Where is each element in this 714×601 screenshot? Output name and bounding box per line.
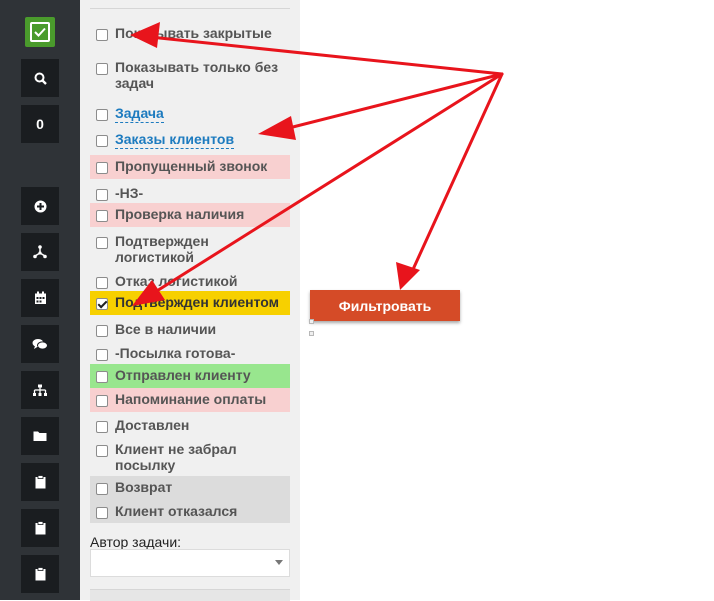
clipboard-button-2[interactable] — [21, 509, 59, 547]
status-label: Клиент не забрал посылку — [115, 441, 237, 473]
status-option[interactable]: Подтвержден клиентом — [90, 291, 290, 315]
sitemap-icon — [33, 384, 47, 396]
clipboard-icon — [35, 475, 45, 489]
structure-button[interactable] — [21, 371, 59, 409]
plus-circle-icon — [34, 200, 46, 212]
checkbox[interactable] — [96, 325, 108, 337]
checkbox-icon[interactable] — [25, 17, 55, 47]
calendar-icon — [34, 291, 46, 304]
status-label: Доставлен — [115, 417, 190, 433]
checkbox[interactable] — [96, 483, 108, 495]
filter-panel: Показывать закрытые Показывать только бе… — [80, 0, 300, 601]
handle-square — [309, 319, 314, 324]
checkbox[interactable] — [96, 162, 108, 174]
checkbox[interactable] — [96, 507, 108, 519]
status-option[interactable]: Клиент не забрал посылку — [90, 438, 290, 476]
checkbox[interactable] — [96, 395, 108, 407]
counter-button[interactable]: 0 — [21, 105, 59, 143]
status-label: Напоминание оплаты — [115, 391, 267, 407]
status-label: Возврат — [115, 479, 173, 495]
calendar-button[interactable] — [21, 279, 59, 317]
status-option[interactable]: Возврат — [90, 476, 290, 500]
checkbox[interactable] — [96, 63, 108, 75]
clipboard-icon — [35, 521, 45, 535]
divider — [90, 8, 290, 9]
status-option[interactable]: Все в наличии — [90, 318, 290, 340]
status-option[interactable]: Доставлен — [90, 414, 290, 436]
status-label: Клиент отказался — [115, 503, 238, 519]
comments-button[interactable] — [21, 325, 59, 363]
status-option[interactable]: Отправлен клиенту — [90, 364, 290, 388]
status-label: Пропущенный звонок — [115, 158, 268, 174]
comments-icon — [32, 338, 48, 350]
checkbox[interactable] — [96, 421, 108, 433]
arrow-line — [283, 72, 504, 131]
folder-icon — [33, 431, 47, 441]
status-option[interactable]: Проверка наличия — [90, 203, 290, 227]
status-label: -Посылка готова- — [115, 345, 236, 361]
status-label: Подтвержден логистикой — [115, 233, 209, 265]
status-option[interactable]: Отказ логистикой — [90, 270, 290, 292]
search-button[interactable] — [21, 59, 59, 97]
client-orders-option[interactable]: Заказы клиентов — [90, 128, 290, 152]
checkbox[interactable] — [96, 349, 108, 361]
show-without-tasks-option[interactable]: Показывать только без задач — [90, 56, 290, 94]
option-label: Показывать только без задач — [115, 59, 279, 91]
status-option[interactable]: Клиент отказался — [90, 500, 290, 523]
share-button[interactable] — [21, 233, 59, 271]
search-icon — [34, 72, 47, 85]
status-label: Отправлен клиенту — [115, 367, 251, 383]
client-orders-link[interactable]: Заказы клиентов — [115, 131, 235, 149]
arrowhead — [396, 262, 420, 290]
chevron-down-icon — [275, 560, 283, 565]
folder-button[interactable] — [21, 417, 59, 455]
status-option[interactable]: Пропущенный звонок — [90, 155, 290, 179]
add-button[interactable] — [21, 187, 59, 225]
clipboard-icon — [35, 567, 45, 581]
sidebar: 0 — [0, 0, 80, 600]
show-closed-option[interactable]: Показывать закрытые — [90, 22, 290, 44]
checkbox[interactable] — [96, 277, 108, 289]
checkbox[interactable] — [96, 237, 108, 249]
handle-square — [309, 331, 314, 336]
author-label: Автор задачи: — [90, 534, 182, 550]
clipboard-button-3[interactable] — [21, 555, 59, 593]
arrow-line — [408, 72, 504, 278]
author-select[interactable] — [90, 549, 290, 577]
next-filter-field[interactable] — [90, 589, 290, 601]
checkbox-checked[interactable] — [96, 298, 108, 310]
checkbox[interactable] — [96, 189, 108, 201]
status-label: Все в наличии — [115, 321, 217, 337]
status-option[interactable]: Напоминание оплаты — [90, 388, 290, 412]
clipboard-button-1[interactable] — [21, 463, 59, 501]
option-label: Показывать закрытые — [115, 25, 272, 41]
status-option[interactable]: -НЗ- — [90, 182, 290, 204]
status-label: Отказ логистикой — [115, 273, 238, 289]
status-option[interactable]: Подтвержден логистикой — [90, 230, 290, 268]
task-option[interactable]: Задача — [90, 102, 290, 126]
checkbox[interactable] — [96, 210, 108, 222]
checkbox[interactable] — [96, 135, 108, 147]
checkbox[interactable] — [96, 29, 108, 41]
status-option[interactable]: -Посылка готова- — [90, 342, 290, 364]
task-link[interactable]: Задача — [115, 105, 164, 123]
checkbox[interactable] — [96, 445, 108, 457]
counter-badge: 0 — [36, 116, 44, 132]
share-icon — [33, 245, 47, 259]
status-label: Проверка наличия — [115, 206, 245, 222]
status-label: -НЗ- — [115, 185, 144, 201]
checkbox[interactable] — [96, 109, 108, 121]
filter-button[interactable]: Фильтровать — [310, 290, 460, 321]
status-label: Подтвержден клиентом — [115, 294, 280, 310]
checkbox[interactable] — [96, 371, 108, 383]
